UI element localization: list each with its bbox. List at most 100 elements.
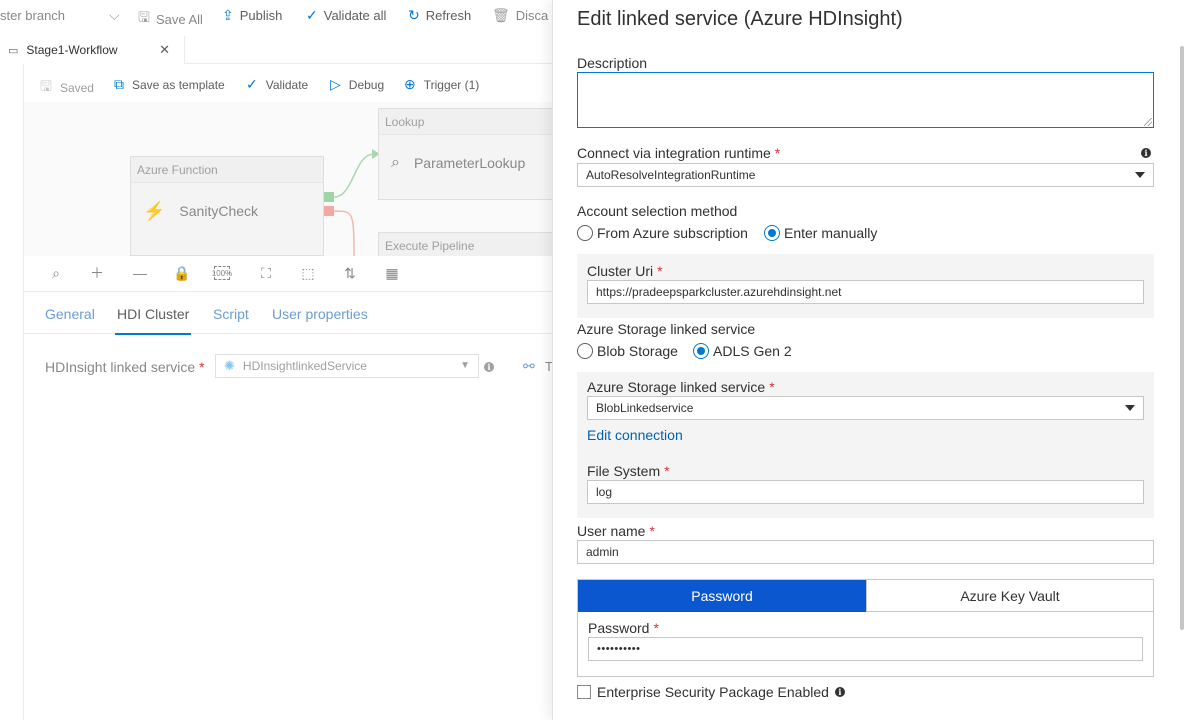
tab-stage1-workflow[interactable]: ▭ Stage1-Workflow ✕ [0,36,185,64]
trigger-label: Trigger (1) [423,77,480,92]
hdi-label-text: HDInsight linked service [45,359,196,375]
save-as-template-button[interactable]: ⧉ Save as template [114,76,225,93]
zoom-100-icon[interactable]: 100% [211,266,233,280]
refresh-icon: ↻ [408,7,420,23]
lock-icon[interactable]: 🔒 [172,264,192,282]
tab-script[interactable]: Script [213,306,249,322]
tab-general[interactable]: General [45,306,95,322]
activity-node-lookup[interactable]: Lookup ⌕ ParameterLookup [378,108,560,200]
upload-icon: ⇪ [222,7,234,23]
storage-linked-service-label: Azure Storage linked service * [587,379,775,395]
edit-linked-service-panel: Edit linked service (Azure HDInsight) De… [552,0,1184,720]
play-icon: ▷ [330,76,341,92]
file-system-label: File System * [587,463,670,479]
required-mark: * [657,263,663,279]
auto-align-icon[interactable]: ⇅ [340,264,360,282]
hdi-linked-service-select[interactable]: ✺ HDInsightlinkedService ▼ [215,354,479,378]
validate-button[interactable]: ✓ Validate [246,76,308,93]
integration-runtime-value: AutoResolveIntegrationRuntime [586,168,756,182]
cluster-uri-group: Cluster Uri * https://pradeepsparkcluster… [577,254,1154,318]
canvas-toolbar: 🖫 Saved ⧉ Save as template ✓ Validate ▷ … [24,64,560,102]
password-input[interactable]: •••••••••• [588,637,1143,661]
radio-from-azure-subscription[interactable]: From Azure subscription [577,225,748,241]
trigger-icon: ⊕ [404,76,416,92]
radio-enter-manually[interactable]: Enter manually [764,225,877,241]
ir-label-text: Connect via integration runtime [577,145,771,161]
publish-button[interactable]: ⇪ Publish [222,7,282,24]
search-icon[interactable]: ⌕ [46,264,66,282]
activity-node-azure-function[interactable]: Azure Function ⚡ SanityCheck [130,156,324,256]
radio-label: Enter manually [784,225,878,241]
zoom-out-icon[interactable]: — [130,264,150,282]
saved-button[interactable]: 🖫 Saved [40,76,94,100]
authentication-box: Password Azure Key Vault Password * •••••… [577,579,1154,677]
cluster-uri-label-text: Cluster Uri [587,263,654,279]
fit-to-screen-icon[interactable]: ⛶ [256,264,276,282]
save-icon: 🖫 [138,9,150,25]
discard-button[interactable]: 🗑 Disca [492,7,548,24]
left-rail [0,64,24,720]
discard-label: Disca [515,8,549,23]
password-label: Password * [588,620,659,636]
username-input[interactable]: admin [577,540,1154,564]
info-icon: i [834,687,845,697]
hdi-linked-service-label: HDInsight linked service * [45,359,205,375]
tab-password[interactable]: Password [578,580,866,612]
close-icon[interactable]: ✕ [159,42,170,58]
select-icon[interactable]: ⬚ [298,264,318,282]
activity-node-execute-pipeline[interactable]: Execute Pipeline [378,232,560,256]
saved-label: Saved [59,81,94,95]
layout-icon[interactable]: ▦ [382,264,402,282]
tab-azure-key-vault[interactable]: Azure Key Vault [866,580,1153,612]
debug-button[interactable]: ▷ Debug [330,76,384,93]
publish-label: Publish [239,8,283,23]
save-as-template-label: Save as template [132,77,225,92]
radio-button[interactable] [764,225,780,241]
pipeline-canvas[interactable]: Azure Function ⚡ SanityCheck Lookup ⌕ Pa… [24,102,560,256]
validate-all-button[interactable]: ✓ Validate all [306,7,386,24]
radio-button[interactable] [577,225,593,241]
save-icon: 🖫 [40,78,52,94]
radio-blob-storage[interactable]: Blob Storage [577,343,678,359]
chevron-down-icon [1135,172,1145,178]
radio-button[interactable] [577,343,593,359]
refresh-button[interactable]: ↻ Refresh [408,7,471,24]
zoom-100-label: 100% [211,268,233,278]
tab-title: Stage1-Workflow [26,43,118,57]
storage-linked-service-select[interactable]: BlobLinkedservice [587,396,1144,420]
required-mark: * [649,523,655,539]
description-textarea[interactable] [577,72,1154,128]
cluster-uri-input[interactable]: https://pradeepsparkcluster.azurehdinsig… [587,280,1144,304]
description-label: Description [577,55,648,71]
trigger-button[interactable]: ⊕ Trigger (1) [404,76,479,93]
storage-type-label: Azure Storage linked service [577,321,756,337]
activity-type-label: Azure Function [131,157,323,183]
edit-connection-link[interactable]: Edit connection [587,427,683,443]
chevron-down-icon [1125,405,1135,411]
checkbox[interactable] [577,685,591,699]
template-icon: ⧉ [114,76,124,92]
refresh-label: Refresh [425,8,472,23]
canvas-zoom-toolbar: ⌕ ＋ — 🔒 100% ⛶ ⬚ ⇅ ▦ [24,256,560,292]
required-mark: * [653,620,659,636]
hdinsight-icon: ✺ [224,358,235,373]
validate-all-label: Validate all [323,8,387,23]
file-system-input[interactable]: log [587,480,1144,504]
test-connection-icon[interactable]: ⚯ [523,358,535,375]
branch-selector[interactable]: ster branch ⌵ [0,7,120,24]
username-label-text: User name [577,523,646,539]
zoom-in-icon[interactable]: ＋ [87,264,107,282]
radio-adls-gen2[interactable]: ADLS Gen 2 [693,343,792,359]
tab-user-properties[interactable]: User properties [272,306,368,322]
tab-hdi-cluster[interactable]: HDI Cluster [114,306,192,335]
storage-ls-label-text: Azure Storage linked service [587,379,766,395]
save-all-button[interactable]: 🖫 Save All [138,7,203,31]
trash-icon: 🗑 [492,7,510,23]
lightning-icon: ⚡ [143,200,166,221]
radio-button[interactable] [693,343,709,359]
integration-runtime-select[interactable]: AutoResolveIntegrationRuntime [577,163,1154,187]
esp-enabled-checkbox[interactable]: Enterprise Security Package Enabled i [577,684,845,700]
activity-name: SanityCheck [179,203,259,219]
panel-scrollbar[interactable] [1180,46,1184,630]
storage-linked-service-value: BlobLinkedservice [596,401,694,415]
